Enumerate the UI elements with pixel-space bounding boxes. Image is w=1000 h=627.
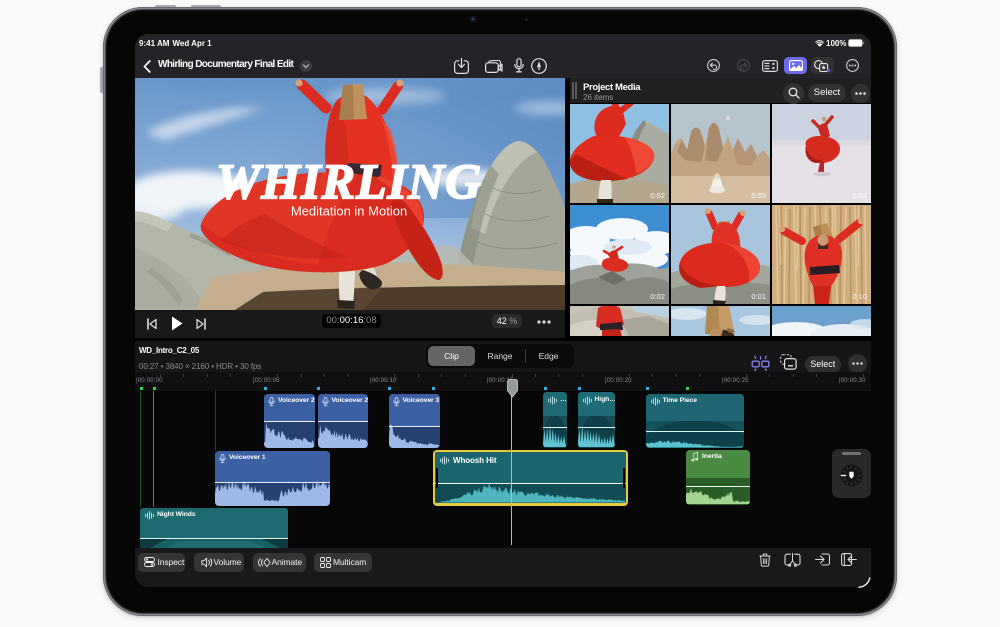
svg-text:0:02: 0:02: [650, 191, 665, 200]
svg-text:0:10: 0:10: [852, 292, 867, 301]
svg-text:0:02: 0:02: [852, 191, 867, 200]
svg-text:0:01: 0:01: [751, 292, 766, 301]
svg-text:0:03: 0:03: [751, 191, 766, 200]
svg-text:WHIRLING: WHIRLING: [216, 153, 482, 209]
svg-text:Meditation in Motion: Meditation in Motion: [291, 204, 407, 219]
svg-text:0:02: 0:02: [650, 292, 665, 301]
